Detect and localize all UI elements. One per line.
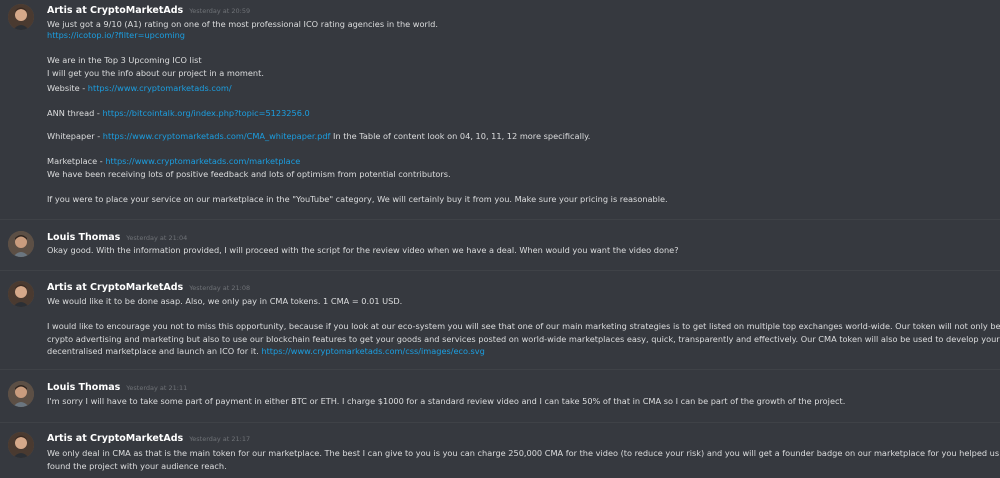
message-text: Okay good. With the information provided… (47, 245, 679, 255)
message-link[interactable]: https://bitcointalk.org/index.php?topic=… (102, 108, 309, 118)
message-author[interactable]: Artis at CryptoMarketAds Yesterday at 21:… (47, 282, 250, 293)
message-author[interactable]: Louis Thomas Yesterday at 21:04 (47, 232, 187, 243)
author-name[interactable]: Artis at CryptoMarketAds (47, 433, 183, 444)
message-line: Marketplace - https://www.cryptomarketad… (47, 156, 300, 166)
avatar[interactable] (8, 432, 34, 458)
message-text: I would like to encourage you not to mis… (47, 321, 1000, 331)
author-name[interactable]: Louis Thomas (47, 382, 120, 393)
message-text: I'm sorry I will have to take some part … (47, 396, 846, 406)
message-text: crypto advertising and marketing but als… (47, 334, 1000, 344)
avatar[interactable] (8, 381, 34, 407)
message-link[interactable]: https://www.cryptomarketads.com/ (88, 83, 232, 93)
author-name[interactable]: Artis at CryptoMarketAds (47, 282, 183, 293)
message-line: ANN thread - https://bitcointalk.org/ind… (47, 108, 310, 118)
message-text: We are in the Top 3 Upcoming ICO list (47, 55, 202, 65)
avatar[interactable] (8, 281, 34, 307)
chat-messages: Artis at CryptoMarketAds Yesterday at 20:… (0, 0, 1000, 478)
divider (0, 270, 1000, 271)
author-name[interactable]: Artis at CryptoMarketAds (47, 5, 183, 16)
message-line: I will get you the info about our projec… (47, 68, 264, 78)
message-text: In the Table of content look on 04, 10, … (330, 131, 591, 141)
message-line: https://icotop.io/?filter=upcoming (47, 30, 185, 40)
message-line: found the project with your audience rea… (47, 461, 227, 471)
message-link[interactable]: https://www.cryptomarketads.com/CMA_whit… (103, 131, 331, 141)
message-line: We would like it to be done asap. Also, … (47, 296, 402, 306)
timestamp: Yesterday at 20:59 (189, 7, 251, 15)
divider (0, 369, 1000, 370)
message-text: Whitepaper - (47, 131, 103, 141)
message-line: Website - https://www.cryptomarketads.co… (47, 83, 232, 93)
message-link[interactable]: https://www.cryptomarketads.com/marketpl… (105, 156, 300, 166)
message-line: decentralised marketplace and launch an … (47, 346, 485, 356)
message-line: We just got a 9/10 (A1) rating on one of… (47, 19, 438, 29)
message-text: found the project with your audience rea… (47, 461, 227, 471)
message-line: I'm sorry I will have to take some part … (47, 396, 845, 406)
divider (0, 422, 1000, 423)
message-line: We have been receiving lots of positive … (47, 169, 451, 179)
message-line: We only deal in CMA as that is the main … (47, 448, 999, 458)
message-text: Marketplace - (47, 156, 106, 166)
avatar[interactable] (8, 231, 34, 257)
message-line: Okay good. With the information provided… (47, 245, 679, 255)
message-line: crypto advertising and marketing but als… (47, 334, 1000, 344)
message-text: Website - (47, 83, 88, 93)
message-text: We just got a 9/10 (A1) rating on one of… (47, 19, 438, 29)
message-link[interactable]: https://www.cryptomarketads.com/css/imag… (261, 346, 484, 356)
message-line: We are in the Top 3 Upcoming ICO list (47, 55, 202, 65)
timestamp: Yesterday at 21:17 (189, 435, 251, 443)
message-author[interactable]: Louis Thomas Yesterday at 21:11 (47, 382, 187, 393)
divider (0, 219, 1000, 220)
author-name[interactable]: Louis Thomas (47, 232, 120, 243)
message-text: We have been receiving lots of positive … (47, 169, 451, 179)
timestamp: Yesterday at 21:08 (189, 284, 251, 292)
avatar[interactable] (8, 4, 34, 30)
message-line: Whitepaper - https://www.cryptomarketads… (47, 131, 590, 141)
message-author[interactable]: Artis at CryptoMarketAds Yesterday at 20:… (47, 5, 250, 16)
message-author[interactable]: Artis at CryptoMarketAds Yesterday at 21:… (47, 433, 250, 444)
message-text: If you were to place your service on our… (47, 194, 668, 204)
message-link[interactable]: https://icotop.io/?filter=upcoming (47, 30, 185, 40)
message-text: decentralised marketplace and launch an … (47, 346, 262, 356)
message-text: We only deal in CMA as that is the main … (47, 448, 1000, 458)
message-line: I would like to encourage you not to mis… (47, 321, 1000, 331)
timestamp: Yesterday at 21:04 (126, 234, 188, 242)
message-text: ANN thread - (47, 108, 103, 118)
message-line: If you were to place your service on our… (47, 194, 668, 204)
message-text: We would like it to be done asap. Also, … (47, 296, 403, 306)
message-text: I will get you the info about our projec… (47, 68, 264, 78)
timestamp: Yesterday at 21:11 (126, 384, 188, 392)
